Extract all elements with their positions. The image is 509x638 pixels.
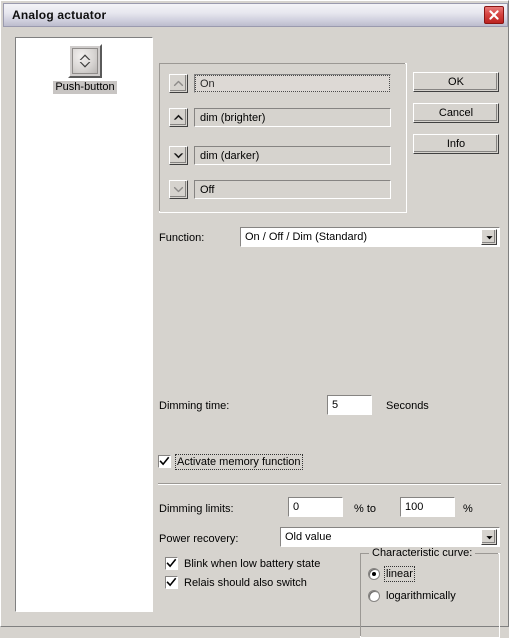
chevron-down-light-icon[interactable] [169, 180, 188, 199]
radio-linear[interactable]: linear [368, 566, 415, 582]
table-row[interactable]: dim (darker) [169, 144, 391, 167]
table-row[interactable]: dim (brighter) [169, 106, 391, 129]
chevron-up-bold-icon[interactable] [169, 108, 188, 127]
table-row[interactable]: Off [169, 178, 391, 201]
dialog-window: Analog actuator Push-button On dim (brig… [0, 0, 509, 638]
radio-linear-label: linear [384, 566, 415, 582]
function-label: Function: [159, 232, 205, 244]
percent-label: % [463, 503, 473, 515]
power-recovery-select-value: Old value [285, 531, 332, 543]
radio-selected-icon [368, 568, 380, 580]
function-select-value: On / Off / Dim (Standard) [245, 231, 368, 243]
power-recovery-select[interactable]: Old value [280, 527, 500, 547]
dimming-limits-label: Dimming limits: [159, 503, 234, 515]
dimming-limit-min-input[interactable]: 0 [288, 497, 343, 517]
device-item-push-button[interactable]: Push-button [47, 44, 123, 94]
close-button[interactable] [484, 6, 504, 24]
check-icon [158, 455, 171, 468]
relais-switch-label: Relais should also switch [184, 576, 307, 589]
action-field-2[interactable]: dim (brighter) [194, 108, 391, 127]
check-icon [165, 557, 178, 570]
divider [158, 483, 501, 485]
window-title: Analog actuator [12, 8, 107, 22]
push-button-icon [68, 44, 102, 78]
check-icon [165, 576, 178, 589]
characteristic-curve-group: Characteristic curve: linear logarithmic… [360, 547, 500, 638]
chevron-up-light-icon[interactable] [169, 74, 188, 93]
action-list-group: On dim (brighter) dim (darker) Off [159, 63, 407, 213]
ok-button[interactable]: OK [413, 72, 499, 92]
table-row[interactable]: On [169, 72, 391, 95]
close-icon [488, 9, 500, 21]
dimming-limit-max-input[interactable]: 100 [400, 497, 455, 517]
radio-unselected-icon [368, 590, 380, 602]
characteristic-curve-title: Characteristic curve: [369, 547, 476, 559]
radio-logarithmically-label: logarithmically [386, 590, 456, 602]
activate-memory-function-label: Activate memory function [175, 453, 303, 470]
dimming-time-input[interactable]: 5 [327, 395, 372, 415]
title-bar: Analog actuator [3, 3, 508, 27]
blink-low-battery-checkbox[interactable]: Blink when low battery state [165, 557, 320, 570]
action-field-4[interactable]: Off [194, 180, 391, 199]
dimming-time-unit: Seconds [386, 400, 429, 412]
dimming-time-label: Dimming time: [159, 400, 230, 412]
relais-switch-checkbox[interactable]: Relais should also switch [165, 576, 307, 589]
percent-to-label: % to [354, 503, 377, 515]
function-select[interactable]: On / Off / Dim (Standard) [240, 227, 500, 247]
activate-memory-function-checkbox[interactable]: Activate memory function [158, 453, 303, 470]
radio-logarithmically[interactable]: logarithmically [368, 590, 456, 602]
action-field-1[interactable]: On [194, 74, 391, 93]
dialog-client-area: Push-button On dim (brighter) dim (darke… [3, 29, 508, 638]
settings-panel: On dim (brighter) dim (darker) Off OK Ca… [155, 33, 505, 638]
power-recovery-label: Power recovery: [159, 533, 239, 545]
device-item-label: Push-button [53, 81, 117, 94]
chevron-down-bold-icon[interactable] [169, 146, 188, 165]
cancel-button[interactable]: Cancel [413, 103, 499, 123]
blink-low-battery-label: Blink when low battery state [184, 557, 321, 570]
chevron-down-icon[interactable] [481, 229, 497, 245]
device-list-panel[interactable]: Push-button [15, 37, 153, 612]
chevron-down-icon[interactable] [481, 529, 497, 545]
action-field-3[interactable]: dim (darker) [194, 146, 391, 165]
info-button[interactable]: Info [413, 134, 499, 154]
